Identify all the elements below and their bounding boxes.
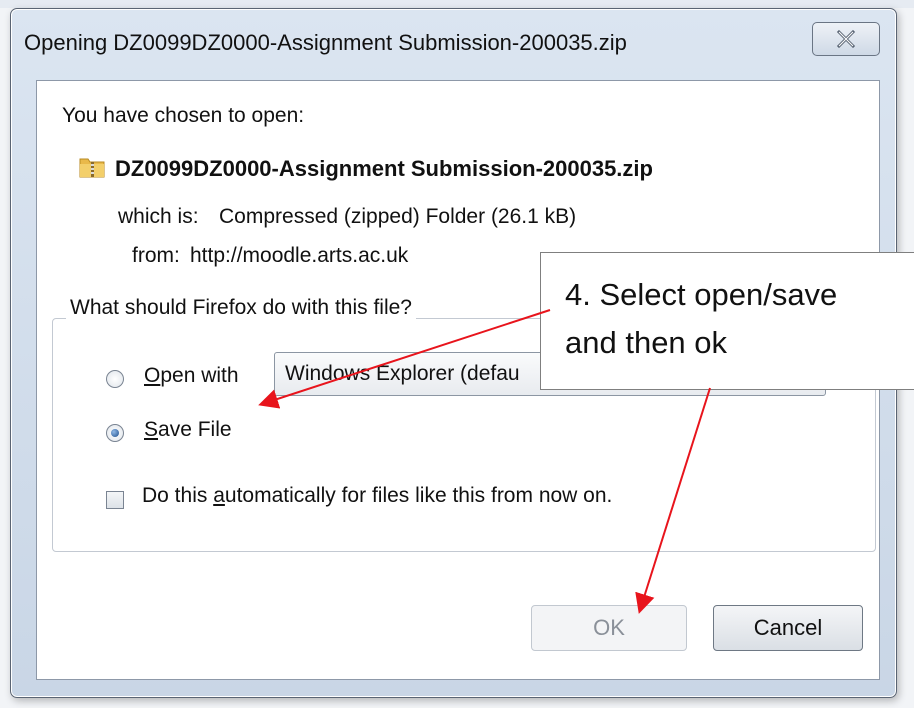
cancel-button[interactable]: Cancel: [713, 605, 863, 651]
open-with-radio[interactable]: [106, 370, 124, 388]
from-value: http://moodle.arts.ac.uk: [190, 244, 409, 267]
zip-folder-icon: [79, 158, 105, 178]
auto-label-before: Do this: [142, 484, 214, 507]
open-with-mnemonic: O: [144, 364, 161, 387]
auto-label[interactable]: Do this automatically for files like thi…: [142, 484, 612, 508]
close-icon: [836, 29, 856, 49]
which-is-label: which is:: [118, 205, 199, 228]
window-title: Opening DZ0099DZ0000-Assignment Submissi…: [24, 30, 627, 55]
annotation-line-2: and then ok: [565, 325, 728, 360]
intro-text: You have chosen to open:: [62, 104, 305, 127]
ok-button[interactable]: OK: [531, 605, 687, 651]
close-button[interactable]: [812, 22, 880, 56]
open-with-label-rest: pen with: [160, 364, 239, 387]
save-file-label-rest: ave File: [158, 418, 232, 441]
save-file-mnemonic: S: [144, 418, 159, 441]
save-file-label[interactable]: Save File: [144, 418, 232, 442]
save-file-radio[interactable]: [106, 424, 124, 442]
from-label: from:: [132, 244, 180, 267]
auto-label-after: utomatically for files like this from no…: [224, 484, 613, 507]
annotation-callout: 4. Select open/save and then ok: [540, 252, 914, 390]
open-with-label[interactable]: Open with: [144, 364, 239, 388]
which-is-value: Compressed (zipped) Folder (26.1 kB): [219, 205, 577, 228]
background-top-bar: [0, 0, 914, 8]
auto-mnemonic: a: [213, 484, 225, 507]
annotation-line-1: 4. Select open/save: [565, 277, 838, 312]
auto-checkbox[interactable]: [106, 491, 124, 509]
open-with-app-value: Windows Explorer (defau: [285, 362, 520, 385]
action-question: What should Firefox do with this file?: [66, 296, 416, 320]
file-name: DZ0099DZ0000-Assignment Submission-20003…: [115, 156, 653, 181]
